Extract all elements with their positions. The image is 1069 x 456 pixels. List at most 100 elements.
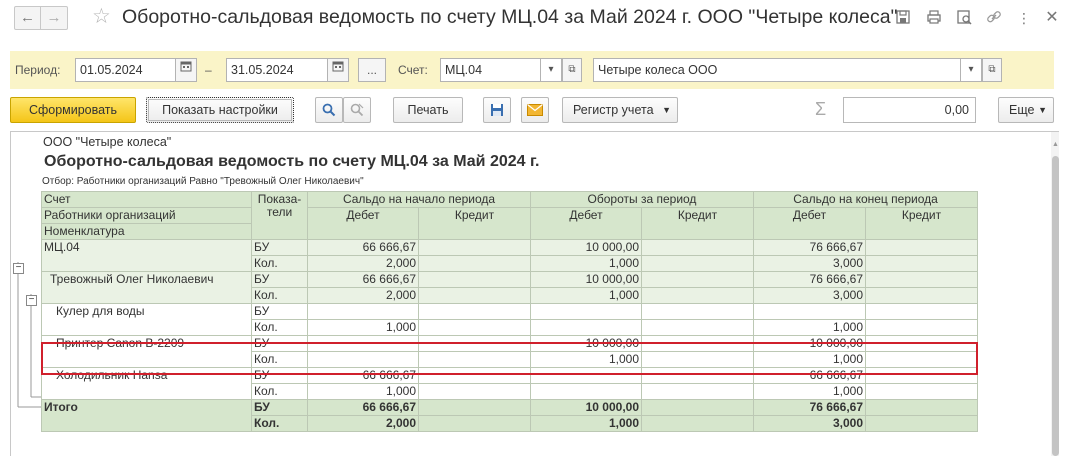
value-cell-od[interactable]: 66 666,67 [307, 367, 419, 384]
value-cell-td[interactable]: 10 000,00 [530, 335, 642, 352]
row-name[interactable]: МЦ.04 [41, 239, 252, 272]
value-cell-td[interactable]: 10 000,00 [530, 239, 642, 256]
print-icon[interactable] [925, 9, 943, 27]
value-cell-cd[interactable]: 76 666,67 [753, 239, 866, 256]
value-cell-oc[interactable] [418, 319, 531, 336]
account-open-icon[interactable]: ⧉ [562, 58, 582, 82]
table-row[interactable]: Тревожный Олег Николаевич БУ 66 666,67 10 0… [41, 271, 978, 304]
value-cell-od[interactable]: 1,000 [307, 319, 419, 336]
value-cell-tc[interactable] [641, 319, 754, 336]
value-cell-tc[interactable] [641, 383, 754, 400]
value-cell-cd[interactable]: 3,000 [753, 255, 866, 272]
email-button[interactable] [521, 97, 549, 123]
favorite-star-icon[interactable]: ☆ [92, 4, 111, 29]
organization-dropdown-icon[interactable]: ▾ [960, 58, 982, 82]
value-cell-od[interactable]: 2,000 [307, 415, 419, 432]
organization-field[interactable]: Четыре колеса ООО [593, 58, 983, 82]
table-row[interactable]: Принтер Canon B-2209 БУ 10 000,00 10 000,00 [41, 335, 978, 368]
value-cell-od[interactable]: 1,000 [307, 383, 419, 400]
vertical-scrollbar[interactable]: ▲ [1051, 132, 1059, 456]
value-cell-cd[interactable]: 3,000 [753, 287, 866, 304]
row-name[interactable]: Кулер для воды [41, 303, 252, 336]
value-cell-cd[interactable]: 1,000 [753, 383, 866, 400]
value-cell-cc[interactable] [865, 271, 978, 288]
value-cell-td[interactable] [530, 367, 642, 384]
value-cell-cd[interactable] [753, 303, 866, 320]
value-cell-cc[interactable] [865, 287, 978, 304]
value-cell-td[interactable] [530, 303, 642, 320]
value-cell-cd[interactable]: 10 000,00 [753, 335, 866, 352]
save-icon[interactable] [894, 9, 912, 27]
value-cell-tc[interactable] [641, 287, 754, 304]
value-cell-cc[interactable] [865, 319, 978, 336]
value-cell-oc[interactable] [418, 335, 531, 352]
date-to-field[interactable]: 31.05.2024 [226, 58, 334, 82]
value-cell-oc[interactable] [418, 271, 531, 288]
value-cell-oc[interactable] [418, 383, 531, 400]
value-cell-tc[interactable] [641, 399, 754, 416]
value-cell-td[interactable]: 10 000,00 [530, 271, 642, 288]
link-icon[interactable] [985, 9, 1003, 27]
value-cell-tc[interactable] [641, 367, 754, 384]
value-cell-cc[interactable] [865, 415, 978, 432]
calendar-to-icon[interactable] [327, 58, 349, 82]
value-cell-oc[interactable] [418, 255, 531, 272]
value-cell-od[interactable] [307, 303, 419, 320]
value-cell-oc[interactable] [418, 351, 531, 368]
preview-icon[interactable] [955, 9, 973, 27]
period-select-button[interactable]: ... [358, 58, 386, 82]
save-report-button[interactable] [483, 97, 511, 123]
value-cell-od[interactable]: 66 666,67 [307, 239, 419, 256]
value-cell-cd[interactable]: 3,000 [753, 415, 866, 432]
value-cell-cd[interactable]: 1,000 [753, 351, 866, 368]
value-cell-cd[interactable]: 76 666,67 [753, 399, 866, 416]
scroll-up-icon[interactable]: ▲ [1051, 140, 1059, 150]
value-cell-cc[interactable] [865, 383, 978, 400]
value-cell-td[interactable]: 1,000 [530, 351, 642, 368]
value-cell-tc[interactable] [641, 271, 754, 288]
back-button[interactable]: ← [14, 6, 41, 30]
value-cell-cc[interactable] [865, 303, 978, 320]
print-button[interactable]: Печать [393, 97, 463, 123]
value-cell-oc[interactable] [418, 239, 531, 256]
value-cell-cc[interactable] [865, 367, 978, 384]
value-cell-od[interactable]: 66 666,67 [307, 271, 419, 288]
value-cell-cd[interactable]: 76 666,67 [753, 271, 866, 288]
total-label[interactable]: Итого [41, 399, 252, 432]
value-cell-oc[interactable] [418, 367, 531, 384]
close-icon[interactable]: ✕ [1043, 9, 1061, 27]
clear-search-button[interactable] [343, 97, 371, 123]
scrollbar-thumb[interactable] [1052, 156, 1059, 456]
row-name[interactable]: Принтер Canon B-2209 [41, 335, 252, 368]
show-settings-button[interactable]: Показать настройки [146, 97, 294, 123]
report-area[interactable]: ООО "Четыре колеса" Оборотно-сальдовая в… [10, 131, 1059, 456]
value-cell-od[interactable]: 2,000 [307, 255, 419, 272]
value-cell-oc[interactable] [418, 303, 531, 320]
value-cell-td[interactable] [530, 319, 642, 336]
value-cell-tc[interactable] [641, 415, 754, 432]
value-cell-od[interactable]: 2,000 [307, 287, 419, 304]
more-icon[interactable]: ⋮ [1015, 9, 1033, 27]
table-row[interactable]: МЦ.04 БУ 66 666,67 10 000,00 76 666,67 [41, 239, 978, 272]
value-cell-tc[interactable] [641, 335, 754, 352]
value-cell-od[interactable] [307, 351, 419, 368]
search-button[interactable] [315, 97, 343, 123]
row-name[interactable]: Холодильник Hansa [41, 367, 252, 400]
table-row[interactable]: Кулер для воды БУ [41, 303, 978, 336]
calendar-from-icon[interactable] [175, 58, 197, 82]
row-name[interactable]: Тревожный Олег Николаевич [41, 271, 252, 304]
value-cell-td[interactable]: 1,000 [530, 255, 642, 272]
value-cell-cc[interactable] [865, 351, 978, 368]
value-cell-td[interactable]: 1,000 [530, 415, 642, 432]
value-cell-od[interactable]: 66 666,67 [307, 399, 419, 416]
register-dropdown-button[interactable]: Регистр учета ▼ [562, 97, 678, 123]
value-cell-tc[interactable] [641, 303, 754, 320]
value-cell-tc[interactable] [641, 255, 754, 272]
value-cell-oc[interactable] [418, 415, 531, 432]
value-cell-oc[interactable] [418, 287, 531, 304]
value-cell-tc[interactable] [641, 351, 754, 368]
value-cell-cc[interactable] [865, 399, 978, 416]
value-cell-od[interactable] [307, 335, 419, 352]
value-cell-cc[interactable] [865, 255, 978, 272]
collapse-account-toggle[interactable]: − [13, 263, 24, 274]
